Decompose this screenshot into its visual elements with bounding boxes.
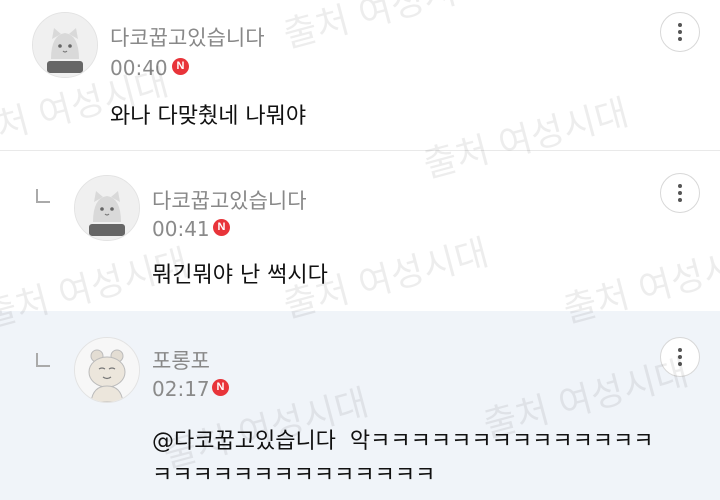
more-vertical-icon-dot — [678, 362, 682, 366]
comment-author[interactable]: 다코꿉고있습니다 — [152, 185, 307, 215]
more-options-button[interactable] — [660, 12, 700, 52]
more-vertical-icon — [678, 23, 682, 27]
avatar[interactable] — [74, 175, 140, 241]
new-badge: N — [172, 58, 189, 75]
comment-item-selected: 포롱포 02:17 N @다코꿉고있습니다 악ㅋㅋㅋㅋㅋㅋㅋㅋㅋㅋㅋㅋㅋㅋ ㅋㅋ… — [0, 311, 720, 500]
comment-text: 와나 다맞췄네 나뭐야 — [110, 104, 307, 129]
comment-item: 다코꿉고있습니다 00:40 N 와나 다맞췄네 나뭐야 — [0, 0, 720, 151]
more-vertical-icon-dot — [678, 191, 682, 195]
bear-avatar-icon — [75, 338, 139, 402]
more-vertical-icon — [678, 348, 682, 352]
comment-time: 00:40 — [110, 56, 168, 80]
reply-arrow-icon — [36, 189, 50, 203]
comment-text: @다코꿉고있습니다 악ㅋㅋㅋㅋㅋㅋㅋㅋㅋㅋㅋㅋㅋㅋ — [152, 423, 654, 455]
more-vertical-icon-dot — [678, 355, 682, 359]
more-vertical-icon-dot — [678, 30, 682, 34]
more-vertical-icon — [678, 184, 682, 188]
comment-text: 뭐긴뭐야 난 썩시다 — [152, 263, 328, 288]
comment-author[interactable]: 포롱포 — [152, 345, 210, 375]
reply-arrow-icon — [36, 353, 50, 367]
comment-time: 00:41 — [152, 217, 210, 241]
more-options-button[interactable] — [660, 173, 700, 213]
avatar[interactable] — [74, 337, 140, 403]
more-vertical-icon-dot — [678, 198, 682, 202]
comment-text-line: ㅋㅋㅋㅋㅋㅋㅋㅋㅋㅋㅋㅋㅋㅋ — [152, 463, 436, 488]
cat-avatar-icon — [75, 176, 139, 240]
avatar[interactable] — [32, 12, 98, 78]
comment-text-line: 악ㅋㅋㅋㅋㅋㅋㅋㅋㅋㅋㅋㅋㅋㅋ — [349, 429, 654, 454]
new-badge: N — [212, 379, 229, 396]
more-options-button[interactable] — [660, 337, 700, 377]
mention-link[interactable]: @다코꿉고있습니다 — [152, 429, 336, 454]
comment-author[interactable]: 다코꿉고있습니다 — [110, 22, 265, 52]
comment-item: 다코꿉고있습니다 00:41 N 뭐긴뭐야 난 썩시다 — [0, 151, 720, 311]
cat-avatar-icon — [33, 13, 97, 77]
more-vertical-icon-dot — [678, 37, 682, 41]
new-badge: N — [213, 219, 230, 236]
comment-time: 02:17 — [152, 377, 210, 401]
